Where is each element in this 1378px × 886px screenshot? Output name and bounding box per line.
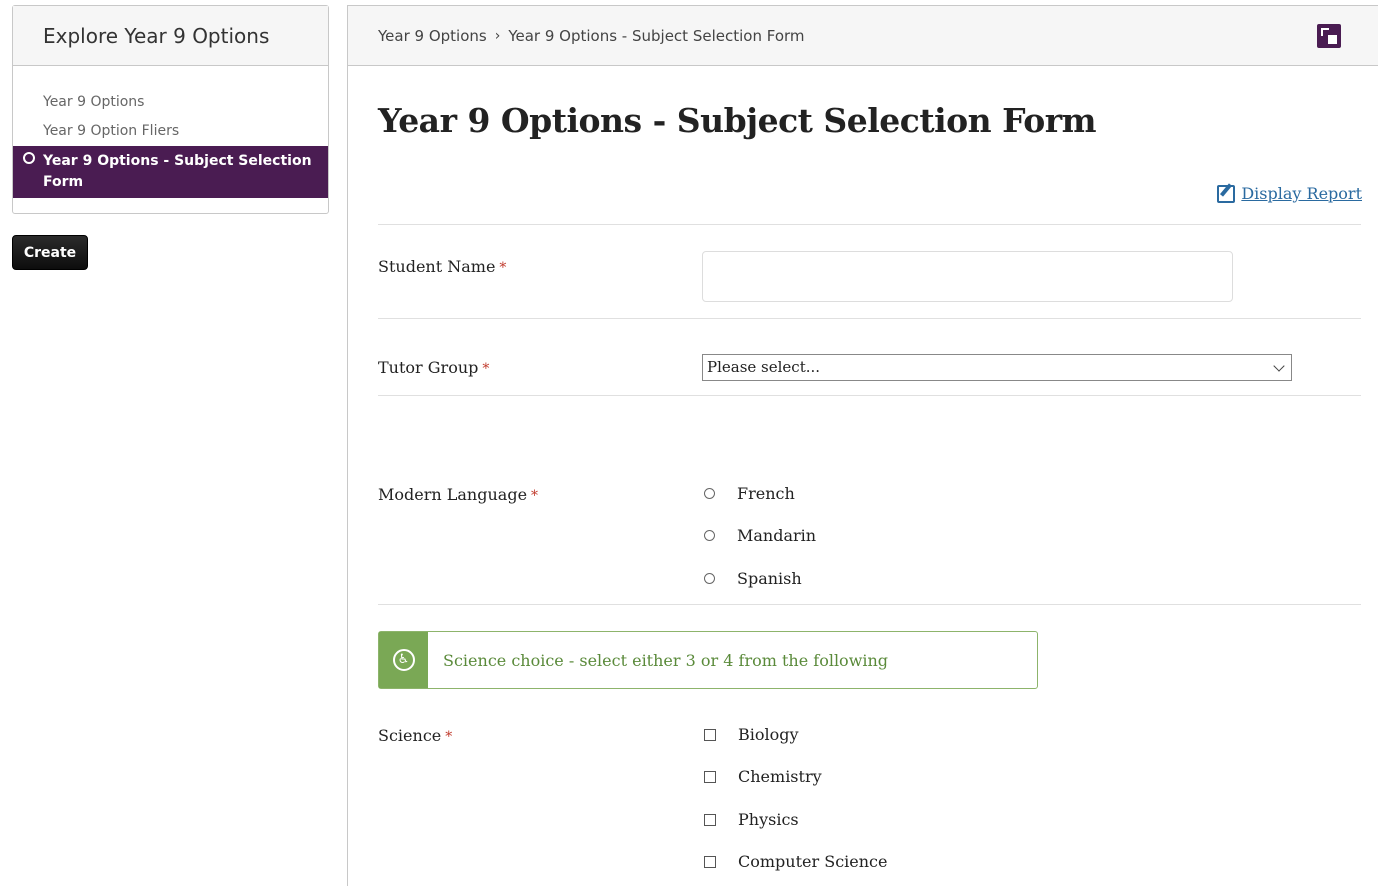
- checkbox[interactable]: [704, 728, 716, 741]
- tutor-group-selected: Please select...: [707, 358, 821, 376]
- chevron-right-icon: ›: [494, 27, 501, 44]
- science-label-text: Science: [378, 726, 442, 745]
- divider: [378, 604, 1361, 605]
- divider: [378, 318, 1361, 319]
- tutor-group-label: Tutor Group *: [378, 358, 489, 377]
- divider: [378, 395, 1361, 396]
- required-marker: *: [482, 361, 490, 377]
- breadcrumb: Year 9 Options › Year 9 Options - Subjec…: [348, 6, 1378, 66]
- checkbox[interactable]: [704, 855, 716, 868]
- checkbox-option-physics[interactable]: Physics: [704, 810, 799, 829]
- notice-icon-panel: ♿: [379, 632, 428, 688]
- tutor-group-select[interactable]: Please select...: [702, 354, 1292, 381]
- sidebar-item-option-fliers[interactable]: Year 9 Option Fliers: [13, 117, 328, 146]
- sidebar-nav: Year 9 Options Year 9 Option Fliers Year…: [13, 66, 328, 198]
- checkbox[interactable]: [704, 770, 716, 783]
- display-report-label: Display Report: [1241, 184, 1362, 203]
- student-name-label-text: Student Name: [378, 257, 496, 276]
- student-name-label: Student Name *: [378, 257, 506, 276]
- sidebar-item-year-9-options[interactable]: Year 9 Options: [13, 88, 328, 117]
- radio-label: Spanish: [737, 569, 802, 588]
- checkbox-label: Biology: [738, 725, 799, 744]
- walking-person-icon: ♿: [392, 649, 415, 671]
- display-report-link[interactable]: Display Report: [1217, 184, 1362, 203]
- create-button[interactable]: Create: [12, 235, 88, 270]
- checkbox-option-biology[interactable]: Biology: [704, 725, 799, 744]
- student-name-input[interactable]: [702, 251, 1233, 302]
- active-bullet-icon: [23, 152, 35, 164]
- radio-label: Mandarin: [737, 526, 817, 545]
- checkbox[interactable]: [704, 813, 716, 826]
- page-title: Year 9 Options - Subject Selection Form: [378, 101, 1097, 140]
- science-label: Science *: [378, 726, 452, 745]
- edit-icon: [1217, 184, 1236, 203]
- science-notice: ♿ Science choice - select either 3 or 4 …: [378, 631, 1038, 689]
- science-notice-text: Science choice - select either 3 or 4 fr…: [443, 650, 889, 670]
- radio-option-spanish[interactable]: Spanish: [704, 569, 802, 588]
- checkbox-option-chemistry[interactable]: Chemistry: [704, 767, 822, 786]
- checkbox-option-computer-science[interactable]: Computer Science: [704, 852, 887, 871]
- breadcrumb-parent-link[interactable]: Year 9 Options: [378, 27, 487, 45]
- required-marker: *: [499, 260, 507, 276]
- radio-button[interactable]: [704, 530, 715, 541]
- radio-button[interactable]: [704, 488, 715, 499]
- sidebar-title: Explore Year 9 Options: [13, 6, 328, 66]
- main-content: Year 9 Options › Year 9 Options - Subjec…: [347, 5, 1378, 886]
- modern-language-label-text: Modern Language: [378, 485, 528, 504]
- divider: [378, 224, 1361, 225]
- required-marker: *: [531, 488, 539, 504]
- expand-icon[interactable]: [1317, 24, 1341, 48]
- radio-option-french[interactable]: French: [704, 484, 795, 503]
- checkbox-label: Physics: [738, 810, 799, 829]
- modern-language-label: Modern Language *: [378, 485, 538, 504]
- breadcrumb-current: Year 9 Options - Subject Selection Form: [508, 26, 805, 45]
- radio-option-mandarin[interactable]: Mandarin: [704, 526, 816, 545]
- sidebar-item-subject-selection-form[interactable]: Year 9 Options - Subject Selection Form: [13, 146, 328, 198]
- sidebar: Explore Year 9 Options Year 9 Options Ye…: [12, 5, 329, 214]
- checkbox-label: Chemistry: [738, 767, 822, 786]
- required-marker: *: [445, 729, 453, 745]
- sidebar-item-label: Year 9 Options - Subject Selection Form: [43, 153, 312, 190]
- radio-label: French: [737, 484, 795, 503]
- radio-button[interactable]: [704, 573, 715, 584]
- checkbox-label: Computer Science: [738, 852, 888, 871]
- tutor-group-label-text: Tutor Group: [378, 358, 479, 377]
- chevron-down-icon: [1273, 360, 1285, 372]
